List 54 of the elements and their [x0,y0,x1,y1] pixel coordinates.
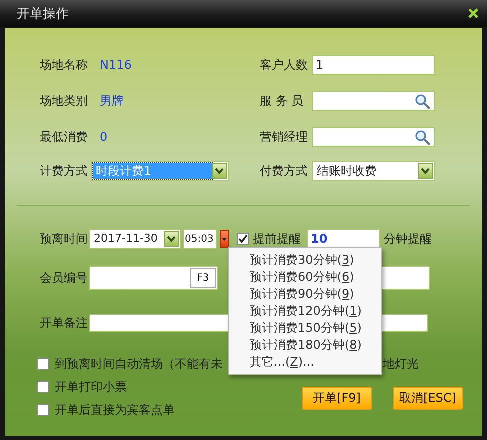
menu-item[interactable]: 预计消费90分钟(9) [229,286,381,303]
field-label: 最低消费 [40,128,89,146]
field-label: 会员编号 [40,270,89,286]
dropdown-field[interactable]: 结账时收费 [312,161,435,181]
checkbox-label: 开单打印小票 [55,378,127,396]
dropdown-button[interactable] [164,231,179,247]
menu-item[interactable]: 预计消费180分钟(8) [229,337,381,354]
field-label: 开单备注 [40,314,89,332]
field-label: 服 务 员 [260,92,305,110]
field-label: 营销经理 [260,128,309,146]
checkbox-label: 提前提醒 [253,230,302,248]
field-label: 客户人数 [260,56,309,74]
menu-item[interactable]: 预计消费60分钟(6) [229,269,381,286]
search-field[interactable] [312,91,435,111]
checkbox-label: 到预离时间自动清场（不能有未 [55,356,223,372]
checkbox-label: 开单后直接为宾客点单 [55,402,175,418]
menu-item[interactable]: 其它...(Z)... [229,354,381,371]
menu-item[interactable]: 预计消费120分钟(1) [229,303,381,320]
checkbox[interactable] [37,404,49,416]
time-menu-button[interactable] [220,230,229,248]
field-label: 计费方式 [40,162,89,180]
search-icon[interactable] [415,94,430,109]
field-value: 男牌 [100,92,124,110]
action-button[interactable]: 开单[F9] [302,387,372,410]
field-label: 付费方式 [260,162,309,180]
input-field[interactable]: 10 [307,229,380,249]
checkbox[interactable] [37,381,49,393]
checkbox[interactable] [237,233,249,245]
menu-item[interactable]: 预计消费150分钟(5) [229,320,381,337]
dropdown-button[interactable] [212,163,227,179]
search-field[interactable] [312,127,435,147]
field-label: 场地类别 [40,92,89,110]
date-field[interactable]: 2017-11-30 [89,229,181,249]
action-button[interactable]: 取消[ESC] [393,387,463,410]
caret-icon [166,234,177,244]
input-field[interactable]: F3 [89,266,218,290]
search-icon[interactable] [415,130,430,145]
menu-item[interactable]: 预计消费30分钟(3) [229,252,381,269]
window-title: 开单操作 [17,6,69,22]
caret-icon [214,166,225,176]
caret-icon [420,166,431,176]
field-label: 预离时间 [40,230,89,248]
key-button[interactable]: F3 [190,268,216,288]
dropdown-button[interactable] [418,163,433,179]
checkbox-label: 地灯光 [383,356,420,372]
time-field[interactable]: 05:03 [183,229,217,249]
field-label: 场地名称 [40,56,89,74]
field-label: 分钟提醒 [384,230,432,248]
field-value: 0 [100,130,108,144]
input-field[interactable]: 1 [312,55,435,75]
checkbox[interactable] [37,358,49,370]
close-icon[interactable] [468,8,479,19]
field-value: N116 [100,58,132,72]
caret-icon [222,238,227,240]
